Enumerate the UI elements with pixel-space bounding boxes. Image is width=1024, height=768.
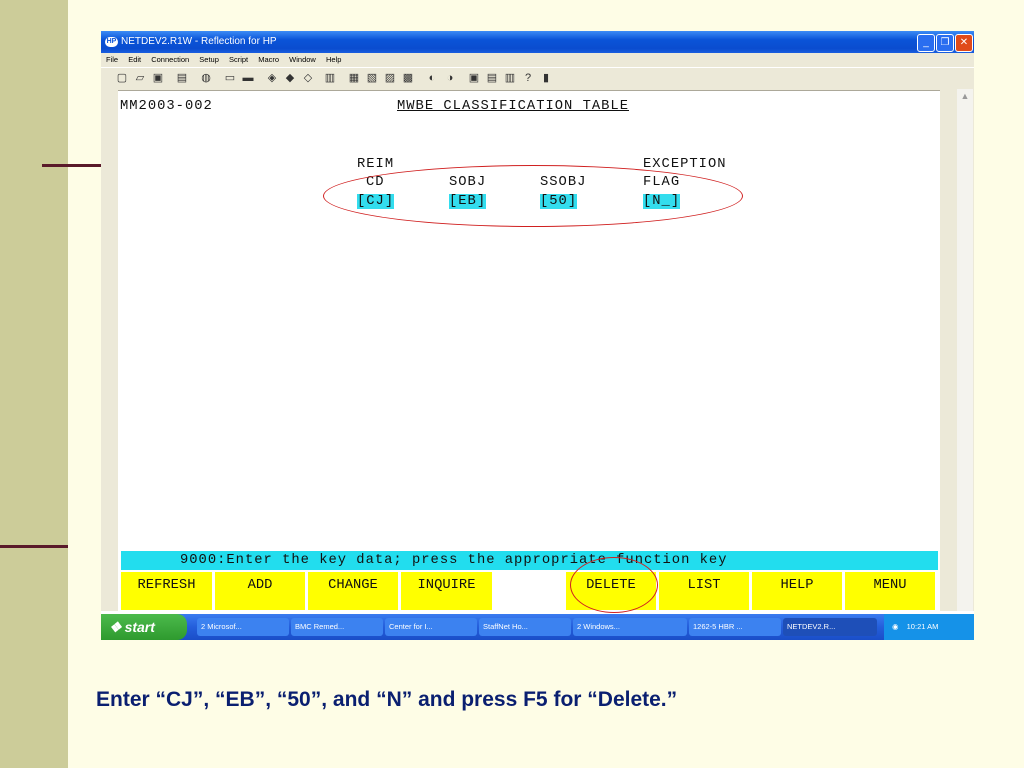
- annotation-oval-fields: [323, 165, 743, 227]
- annotation-oval-delete: [570, 557, 658, 613]
- f8-menu-key[interactable]: MENU: [845, 572, 937, 610]
- start-button[interactable]: ❖ start: [101, 614, 187, 640]
- f6-list-key[interactable]: LIST: [659, 572, 751, 610]
- system-tray: ◉ 10:21 AM: [884, 614, 974, 640]
- menu-edit[interactable]: Edit: [128, 55, 141, 64]
- menu-help[interactable]: Help: [326, 55, 341, 64]
- menu-macro[interactable]: Macro: [258, 55, 279, 64]
- copy-icon[interactable]: ▭: [223, 71, 237, 85]
- toolbar: ▢ ▱ ▣ ▤ ◍ ▭ ▬ ◈ ◆ ◇ ▥ ▦ ▧ ▨ ▩ ◐ ◑ ▣ ▤ ▥ …: [101, 67, 974, 91]
- taskbar-item-active[interactable]: NETDEV2.R...: [783, 618, 877, 636]
- help-icon[interactable]: ▥: [503, 71, 517, 85]
- menu-connection[interactable]: Connection: [151, 55, 189, 64]
- setup-icon[interactable]: ◇: [301, 71, 315, 85]
- f6-label: LIST: [687, 578, 721, 593]
- terminal-left-margin: [101, 89, 118, 611]
- terminal-screen[interactable]: MM2003-002 MWBE CLASSIFICATION TABLE REI…: [118, 91, 940, 613]
- vertical-scrollbar[interactable]: ▲: [940, 89, 974, 611]
- scroll-up-arrow-icon[interactable]: ▲: [957, 91, 973, 105]
- menu-bar: File Edit Connection Setup Script Macro …: [101, 53, 974, 67]
- save-icon[interactable]: ▣: [151, 71, 165, 85]
- header-exception: EXCEPTION: [643, 157, 727, 172]
- record-icon[interactable]: ◐: [425, 71, 439, 85]
- f4-label: INQUIRE: [417, 578, 476, 593]
- f1-label: REFRESH: [137, 578, 196, 593]
- menu-script[interactable]: Script: [229, 55, 248, 64]
- slide-side-bar: [0, 0, 68, 768]
- f8-label: MENU: [873, 578, 907, 593]
- screen-id: MM2003-002: [120, 99, 213, 114]
- header-reim: REIM: [357, 157, 395, 172]
- minimize-button[interactable]: _: [917, 34, 935, 52]
- f1-refresh-key[interactable]: REFRESH: [121, 572, 214, 610]
- f3-change-key[interactable]: CHANGE: [308, 572, 400, 610]
- transfer-icon[interactable]: ▨: [383, 71, 397, 85]
- window-titlebar[interactable]: HP NETDEV2.R1W - Reflection for HP _ ❐ ✕: [101, 31, 974, 53]
- find-icon[interactable]: ◍: [199, 71, 213, 85]
- windows-taskbar: ❖ start 2 Microsof... BMC Remed... Center…: [101, 614, 974, 640]
- f3-label: CHANGE: [328, 578, 378, 593]
- menu-setup[interactable]: Setup: [199, 55, 219, 64]
- slide-caption: Enter “CJ”, “EB”, “50”, and “N” and pres…: [96, 688, 678, 711]
- f2-add-key[interactable]: ADD: [215, 572, 307, 610]
- settings-icon[interactable]: ▤: [485, 71, 499, 85]
- f7-help-key[interactable]: HELP: [752, 572, 844, 610]
- display-icon[interactable]: ▦: [347, 71, 361, 85]
- slide-decoration-line-bottom: [0, 545, 68, 548]
- clock[interactable]: 10:21 AM: [907, 622, 939, 631]
- open-icon[interactable]: ▱: [133, 71, 147, 85]
- disconnect-icon[interactable]: ◆: [283, 71, 297, 85]
- book-icon[interactable]: ▮: [539, 71, 553, 85]
- connect-icon[interactable]: ◈: [265, 71, 279, 85]
- new-icon[interactable]: ▢: [115, 71, 129, 85]
- receive-icon[interactable]: ▣: [467, 71, 481, 85]
- keyboard-icon[interactable]: ▥: [323, 71, 337, 85]
- menu-window[interactable]: Window: [289, 55, 316, 64]
- close-button[interactable]: ✕: [955, 34, 973, 52]
- scrollbar-track[interactable]: [957, 89, 973, 611]
- terminal-window-screenshot: HP NETDEV2.R1W - Reflection for HP _ ❐ ✕…: [101, 31, 974, 640]
- taskbar-item[interactable]: BMC Remed...: [291, 618, 383, 636]
- f4-inquire-key[interactable]: INQUIRE: [401, 572, 494, 610]
- tray-icon[interactable]: ◉: [892, 622, 899, 631]
- slide-decoration-line-top: [42, 164, 102, 167]
- windows-flag-icon: ❖: [109, 619, 122, 635]
- maximize-button[interactable]: ❐: [936, 34, 954, 52]
- window-title: NETDEV2.R1W - Reflection for HP: [121, 36, 277, 47]
- paste-icon[interactable]: ▬: [241, 71, 255, 85]
- start-label: start: [124, 619, 155, 635]
- taskbar-item[interactable]: 2 Microsof...: [197, 618, 289, 636]
- taskbar-item[interactable]: 1262-5 HBR ...: [689, 618, 781, 636]
- send-icon[interactable]: ◑: [443, 71, 457, 85]
- menu-file[interactable]: File: [106, 55, 118, 64]
- f7-label: HELP: [780, 578, 814, 593]
- taskbar-item[interactable]: 2 Windows...: [573, 618, 687, 636]
- context-help-icon[interactable]: ?: [521, 71, 535, 85]
- print-icon[interactable]: ▤: [175, 71, 189, 85]
- screen-title: MWBE CLASSIFICATION TABLE: [397, 99, 629, 114]
- f2-label: ADD: [247, 578, 273, 593]
- macro-icon[interactable]: ▩: [401, 71, 415, 85]
- status-line: 9000:Enter the key data; press the appro…: [121, 551, 938, 570]
- taskbar-item[interactable]: Center for I...: [385, 618, 477, 636]
- taskbar-item[interactable]: StaffNet Ho...: [479, 618, 571, 636]
- app-icon: HP: [105, 37, 118, 47]
- terminal-icon[interactable]: ▧: [365, 71, 379, 85]
